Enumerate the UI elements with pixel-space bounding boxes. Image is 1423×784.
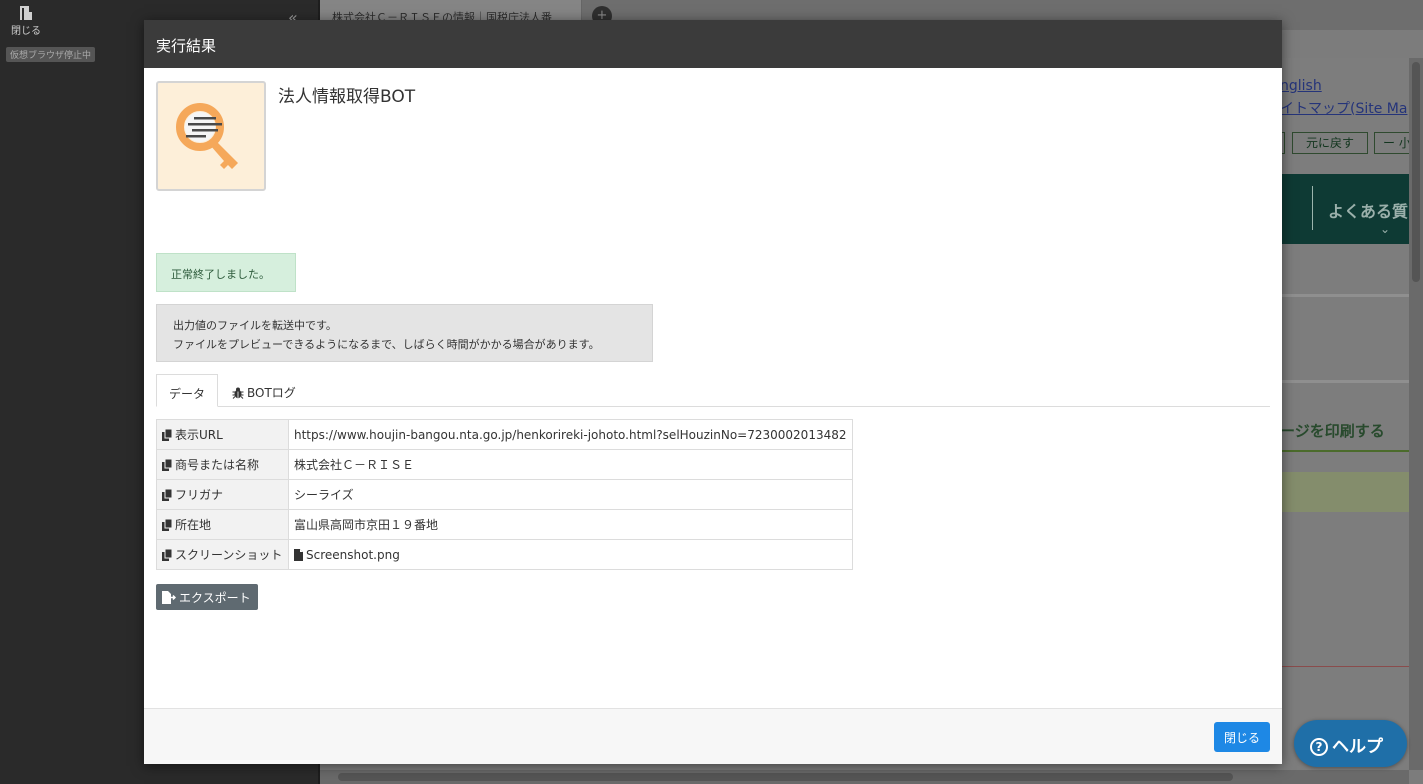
divider	[1280, 450, 1409, 452]
tab-data-label: データ	[169, 387, 206, 401]
status-badge: 仮想ブラウザ停止中	[6, 47, 96, 62]
bug-icon	[232, 387, 244, 399]
divider	[1280, 380, 1409, 383]
nav-divider	[1312, 186, 1313, 230]
help-button[interactable]: ? ヘルプ	[1294, 720, 1407, 767]
row-key-label: 所在地	[175, 518, 212, 532]
row-key: 商号または名称	[156, 449, 289, 480]
small-button[interactable]: ー 小	[1374, 132, 1414, 154]
horizontal-scrollbar[interactable]	[320, 770, 1409, 784]
sidebar-close-label: 閉じる	[11, 26, 41, 37]
row-value: https://www.houjin-bangou.nta.go.jp/henk…	[288, 419, 853, 450]
copy-icon[interactable]	[162, 429, 173, 441]
table-row: 所在地 富山県高岡市京田１９番地	[156, 509, 853, 540]
help-label: ヘルプ	[1332, 737, 1383, 757]
row-key: 表示URL	[156, 419, 289, 450]
sitemap-link[interactable]: イトマップ(Site Ma	[1280, 98, 1407, 118]
tab-bot-log[interactable]: BOTログ	[220, 374, 330, 407]
print-page-link[interactable]: ージを印刷する	[1280, 420, 1385, 441]
table-row: 表示URL https://www.houjin-bangou.nta.go.j…	[156, 419, 853, 450]
key-search-icon	[156, 81, 266, 191]
info-line: ファイルをプレビューできるようになるまで、しばらく時間がかかる場合があります。	[173, 338, 600, 351]
row-key-label: 表示URL	[175, 428, 223, 442]
result-table: 表示URL https://www.houjin-bangou.nta.go.j…	[156, 419, 853, 570]
success-alert: 正常終了しました。	[156, 253, 296, 292]
door-icon	[20, 6, 32, 20]
english-link[interactable]: nglish	[1280, 78, 1322, 94]
row-value: 富山県高岡市京田１９番地	[288, 509, 853, 540]
question-circle-icon: ?	[1310, 738, 1328, 756]
tab-bot-log-label: BOTログ	[247, 386, 296, 400]
row-key: 所在地	[156, 509, 289, 540]
export-label: エクスポート	[179, 590, 251, 605]
modal-footer: 閉じる	[144, 708, 1282, 764]
divider	[1280, 666, 1409, 667]
modal-body: 法人情報取得BOT 正常終了しました。 出力値のファイルを転送中です。 ファイル…	[144, 68, 1282, 708]
export-icon	[162, 590, 176, 604]
divider	[1280, 294, 1409, 297]
screenshot-file-name: Screenshot.png	[306, 547, 400, 562]
restore-button[interactable]: 元に戻す	[1292, 132, 1368, 154]
result-tabs: データ BOTログ	[156, 374, 1270, 407]
vertical-scrollbar[interactable]	[1409, 58, 1423, 770]
scrollbar-thumb[interactable]	[338, 773, 1233, 781]
screenshot-file-link[interactable]: Screenshot.png	[288, 539, 853, 570]
row-key: フリガナ	[156, 479, 289, 510]
row-value: シーライズ	[288, 479, 853, 510]
info-line: 出力値のファイルを転送中です。	[173, 319, 337, 332]
modal-title: 実行結果	[144, 20, 1282, 68]
row-key: スクリーンショット	[156, 539, 289, 570]
export-button[interactable]: エクスポート	[156, 584, 258, 610]
row-key-label: フリガナ	[175, 488, 224, 502]
faq-label: よくある質	[1328, 202, 1409, 221]
chevron-down-icon: ⌄	[1380, 222, 1391, 236]
transfer-info-alert: 出力値のファイルを転送中です。 ファイルをプレビューできるようになるまで、しばら…	[156, 304, 653, 362]
info-box	[1280, 472, 1409, 512]
row-value: 株式会社Ｃ－ＲＩＳＥ	[288, 449, 853, 480]
copy-icon[interactable]	[162, 489, 173, 501]
table-row: スクリーンショット Screenshot.png	[156, 539, 853, 570]
scrollbar-thumb[interactable]	[1412, 62, 1420, 282]
copy-icon[interactable]	[162, 549, 173, 561]
copy-icon[interactable]	[162, 519, 173, 531]
file-icon	[294, 548, 303, 561]
table-row: フリガナ シーライズ	[156, 479, 853, 510]
row-key-label: 商号または名称	[175, 458, 260, 472]
sidebar-close-button[interactable]: 閉じる	[8, 6, 44, 37]
table-row: 商号または名称 株式会社Ｃ－ＲＩＳＥ	[156, 449, 853, 480]
close-button[interactable]: 閉じる	[1214, 722, 1270, 752]
row-key-label: スクリーンショット	[175, 548, 283, 562]
faq-nav[interactable]: よくある質 ⌄	[1280, 174, 1409, 244]
result-modal: 実行結果 法人情報取得BOT 正常終了しました。 出力値のファイルを転送中です。…	[144, 20, 1282, 764]
tab-data[interactable]: データ	[156, 374, 218, 407]
bot-name: 法人情報取得BOT	[278, 87, 416, 107]
copy-icon[interactable]	[162, 459, 173, 471]
